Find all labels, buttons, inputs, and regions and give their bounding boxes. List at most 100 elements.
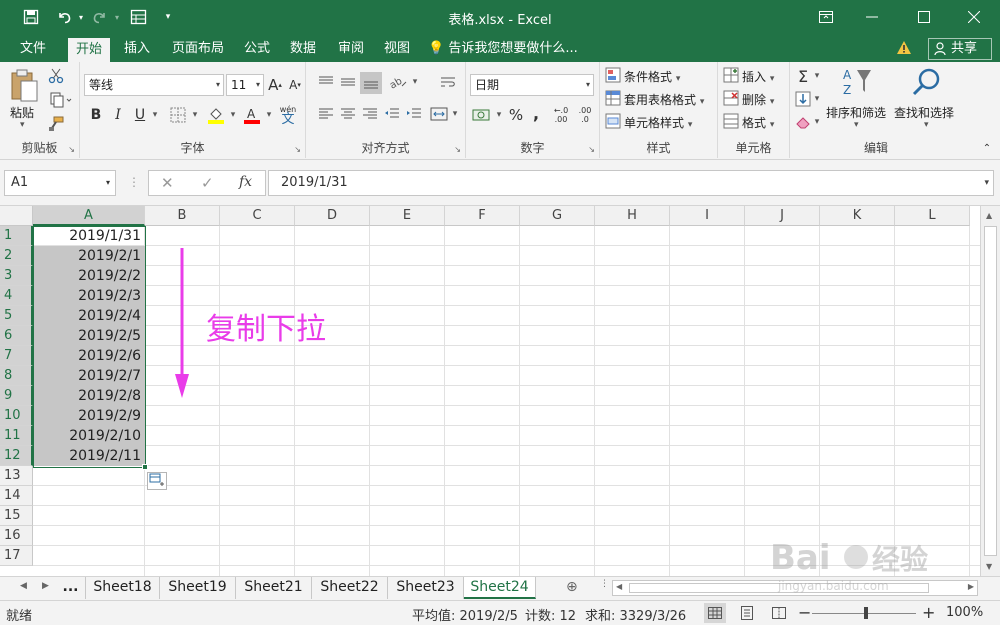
cell-a8[interactable]: 2019/2/7 [33, 366, 145, 386]
row-header-8[interactable]: 8 [0, 366, 33, 386]
name-box[interactable]: A1 ▾ [4, 170, 116, 196]
save-icon[interactable] [18, 6, 44, 28]
enter-icon[interactable]: ✓ [201, 174, 214, 192]
row-header-3[interactable]: 3 [0, 266, 33, 286]
sheet-prev-icon[interactable]: ◀ [20, 581, 27, 591]
wrap-text-icon[interactable] [438, 72, 458, 92]
font-name-combo[interactable]: 等线 ▾ [84, 74, 224, 96]
font-name-dropdown-icon[interactable]: ▾ [216, 75, 220, 95]
conditional-format-icon[interactable] [604, 66, 622, 84]
tab-review[interactable]: 审阅 [330, 36, 372, 62]
percent-button[interactable]: % [506, 104, 526, 126]
expand-formula-bar-icon[interactable]: ▾ [984, 171, 989, 195]
delete-cells-button[interactable]: 删除 ▾ [742, 91, 774, 108]
row-header-14[interactable]: 14 [0, 486, 33, 506]
horizontal-scrollbar[interactable]: ◀ ▶ [612, 580, 978, 596]
formula-input[interactable]: 2019/1/31 ▾ [268, 170, 994, 196]
cell-styles-icon[interactable] [604, 112, 622, 130]
format-cells-icon[interactable] [722, 112, 740, 130]
cell-a2[interactable]: 2019/2/1 [33, 246, 145, 266]
sort-filter-icon[interactable]: AZ [838, 64, 878, 100]
sheet-tab-sheet19[interactable]: Sheet19 [160, 577, 236, 599]
clipboard-launcher-icon[interactable]: ↘ [68, 145, 75, 154]
zoom-in-button[interactable]: + [922, 603, 935, 622]
underline-button[interactable]: U [130, 104, 150, 126]
fill-color-icon[interactable] [204, 104, 228, 126]
zoom-level[interactable]: 100% [946, 605, 983, 620]
row-header-17[interactable]: 17 [0, 546, 33, 566]
warning-icon[interactable] [896, 40, 912, 59]
align-right-icon[interactable] [360, 104, 380, 124]
column-header-f[interactable]: F [445, 206, 520, 226]
paste-icon[interactable] [6, 66, 42, 106]
worksheet-grid[interactable]: A B C D E F G H I J K L 1 2 3 4 5 6 7 8 9 10 11 12 13 14 15 16 17 201… [0, 206, 980, 576]
cell-a12[interactable]: 2019/2/11 [33, 446, 145, 466]
tab-file[interactable]: 文件 [12, 36, 54, 62]
cell-a1[interactable]: 2019/1/31 [33, 226, 145, 246]
clear-icon[interactable] [794, 112, 812, 132]
fill-handle[interactable] [142, 464, 148, 470]
font-launcher-icon[interactable]: ↘ [294, 145, 301, 154]
bold-button[interactable]: B [86, 104, 106, 126]
row-header-4[interactable]: 4 [0, 286, 33, 306]
share-button[interactable]: 共享 [928, 38, 992, 60]
column-header-i[interactable]: I [670, 206, 745, 226]
number-format-combo[interactable]: 日期 ▾ [470, 74, 594, 96]
tab-page-layout[interactable]: 页面布局 [164, 36, 232, 62]
fill-dropdown-icon[interactable]: ▾ [812, 89, 822, 109]
cell-a7[interactable]: 2019/2/6 [33, 346, 145, 366]
tell-me-search[interactable]: 💡 告诉我您想要做什么... [428, 36, 578, 62]
collapse-ribbon-icon[interactable]: ⌃ [980, 142, 994, 154]
column-header-e[interactable]: E [370, 206, 445, 226]
vertical-scrollbar[interactable]: ▲ ▼ [980, 206, 1000, 576]
format-as-table-icon[interactable] [604, 89, 622, 107]
borders-dropdown-icon[interactable]: ▾ [190, 104, 200, 126]
align-center-icon[interactable] [338, 104, 358, 124]
delete-cells-icon[interactable] [722, 89, 740, 107]
tab-view[interactable]: 视图 [376, 36, 418, 62]
align-middle-icon[interactable] [338, 72, 358, 92]
format-as-table-button[interactable]: 套用表格格式 ▾ [624, 91, 704, 108]
minimize-icon[interactable] [852, 4, 892, 30]
scroll-left-icon[interactable]: ◀ [616, 582, 622, 591]
normal-view-icon[interactable] [704, 603, 726, 623]
page-layout-view-icon[interactable] [736, 603, 758, 623]
sort-filter-label[interactable]: 排序和筛选 [826, 104, 886, 121]
number-format-dropdown-icon[interactable]: ▾ [586, 75, 590, 95]
paste-label[interactable]: 粘贴 [10, 104, 34, 121]
cancel-icon[interactable]: ✕ [161, 174, 174, 192]
form-icon[interactable] [126, 6, 150, 28]
redo-icon[interactable] [88, 6, 112, 28]
column-header-b[interactable]: B [145, 206, 220, 226]
copy-icon[interactable] [46, 90, 76, 110]
decrease-decimal-icon[interactable]: .00.0 [574, 104, 596, 126]
select-all-corner[interactable] [0, 206, 33, 226]
scroll-right-icon[interactable]: ▶ [968, 582, 974, 591]
autosum-dropdown-icon[interactable]: ▾ [812, 66, 822, 86]
undo-icon[interactable] [52, 6, 76, 28]
fill-icon[interactable] [794, 89, 812, 109]
conditional-format-button[interactable]: 条件格式 ▾ [624, 68, 680, 85]
align-left-icon[interactable] [316, 104, 336, 124]
redo-dropdown-icon[interactable]: ▾ [112, 6, 122, 28]
merge-dropdown-icon[interactable]: ▾ [450, 104, 460, 124]
number-launcher-icon[interactable]: ↘ [588, 145, 595, 154]
autofill-options-icon[interactable] [147, 472, 167, 490]
cell-a5[interactable]: 2019/2/4 [33, 306, 145, 326]
format-cells-button[interactable]: 格式 ▾ [742, 114, 774, 131]
row-header-13[interactable]: 13 [0, 466, 33, 486]
cell-a3[interactable]: 2019/2/2 [33, 266, 145, 286]
row-header-5[interactable]: 5 [0, 306, 33, 326]
row-header-7[interactable]: 7 [0, 346, 33, 366]
increase-font-icon[interactable]: A ▴ [266, 74, 284, 96]
sheet-tab-sheet23[interactable]: Sheet23 [388, 577, 464, 599]
italic-button[interactable]: I [108, 104, 128, 126]
font-size-dropdown-icon[interactable]: ▾ [256, 75, 260, 95]
tab-split-grip-icon[interactable]: ⋮ [600, 579, 609, 589]
column-header-h[interactable]: H [595, 206, 670, 226]
font-size-combo[interactable]: 11 ▾ [226, 74, 264, 96]
alignment-launcher-icon[interactable]: ↘ [454, 145, 461, 154]
align-top-icon[interactable] [316, 72, 336, 92]
orientation-dropdown-icon[interactable]: ▾ [410, 72, 420, 92]
row-header-9[interactable]: 9 [0, 386, 33, 406]
